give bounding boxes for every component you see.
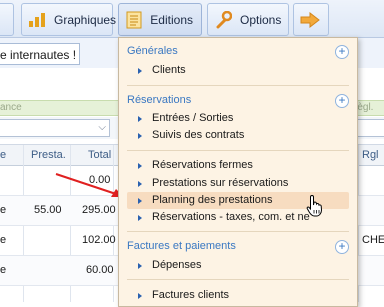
section-header-generales: Générales + <box>127 45 349 63</box>
toolbar: Graphiques Editions Options <box>0 0 384 38</box>
section-title: Factures et paiements <box>127 240 236 252</box>
editions-button[interactable]: Editions <box>118 3 202 36</box>
cell: e <box>0 264 7 276</box>
cell: e <box>0 234 7 246</box>
graphiques-label: Graphiques <box>54 12 117 27</box>
col-header-1[interactable]: e <box>0 149 6 161</box>
menu-item-label: Suivis des contrats <box>152 129 245 141</box>
expand-plus-icon[interactable]: + <box>335 94 349 108</box>
editions-label: Editions <box>150 12 193 27</box>
menu-separator <box>127 279 349 280</box>
cell-rgl: CHEQ <box>362 234 384 246</box>
menu-separator <box>127 85 349 86</box>
menu-item-label: Dépenses <box>152 259 202 271</box>
options-label: Options <box>240 12 282 27</box>
filter-select[interactable]: ⌵ <box>0 119 110 137</box>
menu-item-entrees-sorties[interactable]: Entrées / Sorties <box>127 110 349 127</box>
menu-item-depenses[interactable]: Dépenses <box>127 257 349 274</box>
toolbar-button-previous[interactable] <box>0 3 14 36</box>
menu-item-label: Prestations sur réservations <box>152 177 289 189</box>
cell-total: 102.00 <box>82 234 116 246</box>
menu-item-label: Entrées / Sorties <box>152 112 234 124</box>
menu-item-factures-clients[interactable]: Factures clients <box>127 287 349 304</box>
menu-separator <box>127 231 349 232</box>
expand-plus-icon[interactable]: + <box>335 240 349 254</box>
cell: e <box>0 204 7 216</box>
notice-box[interactable]: e internautes ! <box>0 43 80 65</box>
menu-item-suivis-contrats[interactable]: Suivis des contrats <box>127 127 349 144</box>
bullet-arrow-icon <box>138 181 142 187</box>
menu-separator <box>127 150 349 151</box>
col-header-presta[interactable]: Presta. <box>31 149 66 161</box>
cell-presta: 55.00 <box>34 204 62 216</box>
bullet-arrow-icon <box>138 263 142 269</box>
cell-total: 295.00 <box>82 204 116 216</box>
menu-item-prestations-sur-reservations[interactable]: Prestations sur réservations <box>127 175 349 192</box>
hand-pointer-cursor-icon <box>306 194 323 217</box>
bullet-arrow-icon <box>138 116 142 122</box>
menu-item-label: Factures clients <box>152 289 230 301</box>
section-header-factures: Factures et paiements + <box>127 240 349 258</box>
section-title: Réservations <box>127 94 192 106</box>
expand-plus-icon[interactable]: + <box>335 45 349 59</box>
bar-chart-icon <box>28 10 46 30</box>
document-icon <box>125 10 142 30</box>
options-button[interactable]: Options <box>207 3 289 36</box>
group-header-left: ance <box>0 102 22 113</box>
wrench-icon <box>214 10 232 30</box>
bullet-arrow-icon <box>138 215 142 221</box>
bullet-arrow-icon <box>138 68 142 74</box>
graphiques-button[interactable]: Graphiques <box>21 3 117 36</box>
cell-total: 60.00 <box>86 264 114 276</box>
menu-item-label: Planning des prestations <box>152 194 273 206</box>
editions-dropdown-menu: Générales + Clients Réservations + Entré… <box>118 37 358 307</box>
col-header-rgl[interactable]: Rgl <box>362 149 379 161</box>
bullet-arrow-icon <box>138 198 142 204</box>
next-arrow-button[interactable] <box>293 3 329 36</box>
col-header-total[interactable]: Total <box>88 149 111 161</box>
filter-input-right[interactable] <box>356 119 384 137</box>
menu-item-reservations-fermes[interactable]: Réservations fermes <box>127 157 349 174</box>
chevron-down-icon: ⌵ <box>98 122 106 133</box>
menu-item-label: Clients <box>152 64 186 76</box>
menu-item-label: Réservations - taxes, com. et ne <box>152 211 310 223</box>
bullet-arrow-icon <box>138 163 142 169</box>
annotation-arrow <box>55 173 124 197</box>
bullet-arrow-icon <box>138 293 142 299</box>
notice-text: e internautes ! <box>0 48 77 62</box>
bullet-arrow-icon <box>138 133 142 139</box>
menu-item-clients[interactable]: Clients <box>127 62 349 79</box>
menu-item-label: Réservations fermes <box>152 159 253 171</box>
section-title: Générales <box>127 45 178 57</box>
arrow-right-icon <box>300 10 320 30</box>
